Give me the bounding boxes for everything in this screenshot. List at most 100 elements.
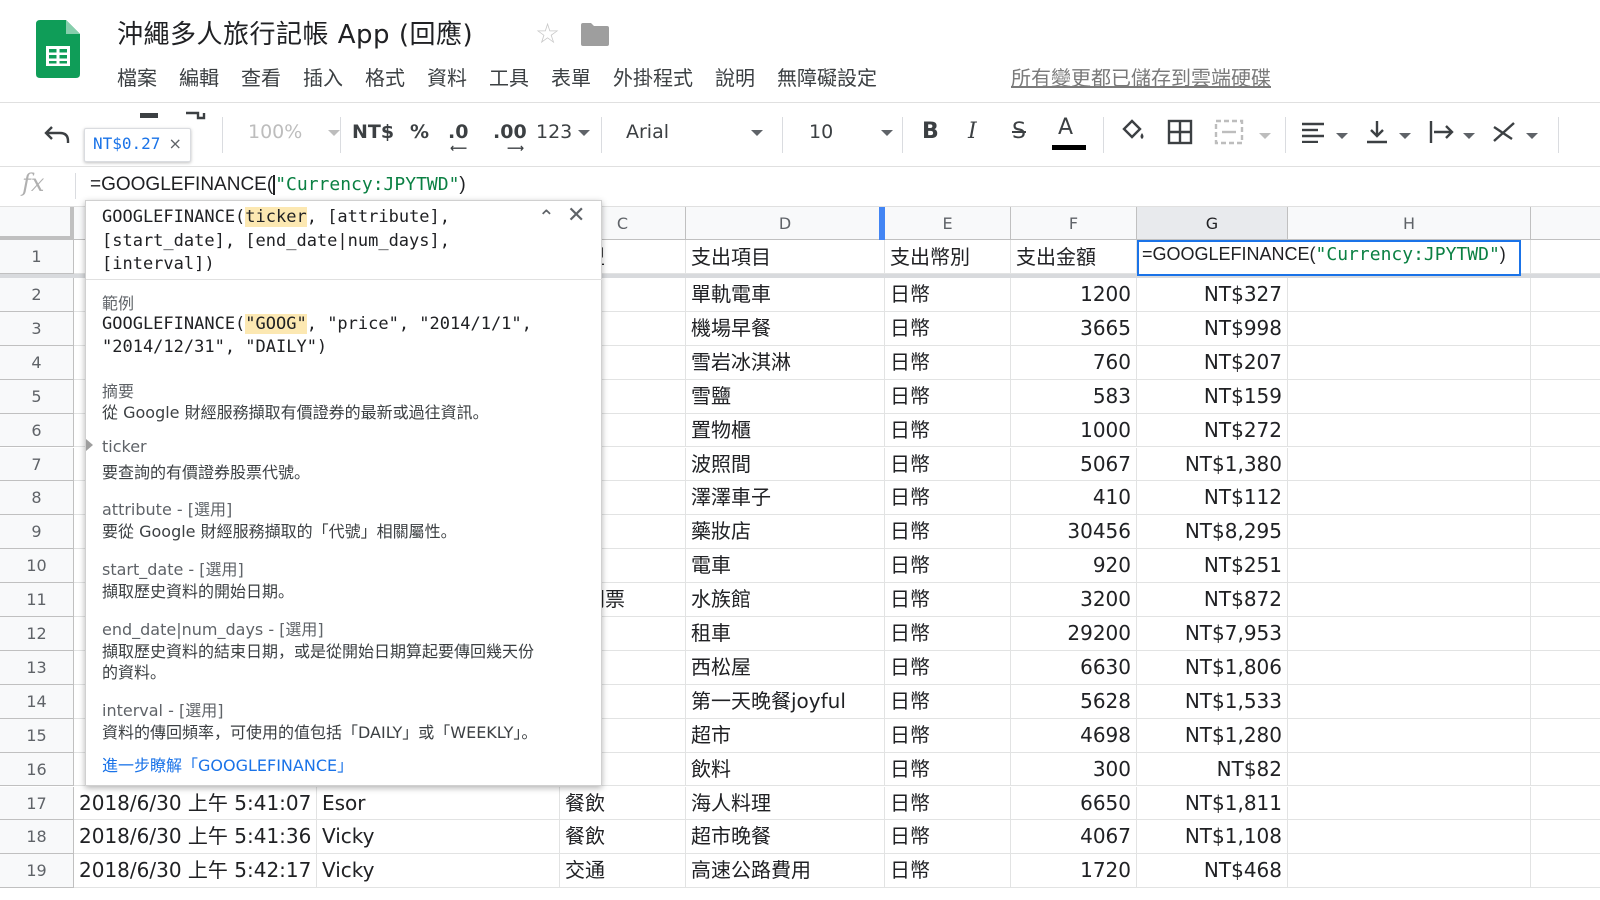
table-cell[interactable] <box>1531 753 1600 787</box>
table-cell[interactable]: NT$468 <box>1137 854 1288 889</box>
header-cell[interactable]: 支出金額 <box>1011 240 1137 274</box>
table-cell[interactable] <box>1288 481 1531 516</box>
row-header[interactable]: 15 <box>0 718 74 753</box>
table-cell[interactable]: 日幣 <box>885 617 1011 651</box>
currency-format-button[interactable]: NT$ <box>352 121 394 143</box>
table-cell[interactable]: 西松屋 <box>686 650 885 685</box>
menu-format[interactable]: 格式 <box>365 62 405 91</box>
table-cell[interactable]: NT$272 <box>1137 413 1288 448</box>
table-cell[interactable] <box>1531 481 1600 516</box>
table-cell[interactable]: 高速公路費用 <box>686 854 885 889</box>
table-cell[interactable]: NT$1,811 <box>1137 786 1288 821</box>
table-cell[interactable]: NT$1,280 <box>1137 718 1288 753</box>
table-cell[interactable]: 超市晚餐 <box>686 820 885 855</box>
table-cell[interactable]: 日幣 <box>885 278 1011 312</box>
table-cell[interactable]: NT$112 <box>1137 481 1288 516</box>
table-cell[interactable]: 日幣 <box>885 583 1011 617</box>
table-cell[interactable]: 日幣 <box>885 447 1011 482</box>
table-cell[interactable]: 雪鹽 <box>686 379 885 414</box>
row-header[interactable]: 4 <box>0 345 74 380</box>
row-header[interactable]: 18 <box>0 820 74 855</box>
table-cell[interactable]: 4067 <box>1011 820 1137 855</box>
table-cell[interactable]: 日幣 <box>885 515 1011 550</box>
table-cell[interactable] <box>1288 379 1531 414</box>
header-cell[interactable]: 支出項目 <box>686 240 885 274</box>
halign-dropdown-icon[interactable] <box>1336 133 1348 139</box>
table-cell[interactable] <box>1531 312 1600 346</box>
column-header[interactable]: F <box>1011 207 1137 240</box>
table-cell[interactable]: 410 <box>1011 481 1137 516</box>
table-cell[interactable] <box>1531 617 1600 651</box>
folder-icon[interactable] <box>581 22 609 46</box>
table-cell[interactable] <box>1531 685 1600 719</box>
horizontal-align-icon[interactable] <box>1300 121 1326 143</box>
table-cell[interactable]: 日幣 <box>885 820 1011 855</box>
rotation-dropdown-icon[interactable] <box>1526 133 1538 139</box>
table-cell[interactable] <box>1288 413 1531 448</box>
table-cell[interactable]: 餐飲 <box>560 786 686 821</box>
text-color-button[interactable]: A <box>1052 115 1086 150</box>
merge-dropdown-icon[interactable] <box>1259 133 1271 139</box>
row-header[interactable]: 12 <box>0 617 74 651</box>
table-cell[interactable] <box>1531 787 1600 821</box>
table-cell[interactable]: 1720 <box>1011 854 1137 889</box>
row-header[interactable]: 11 <box>0 583 74 617</box>
table-cell[interactable] <box>1531 719 1600 753</box>
menu-view[interactable]: 查看 <box>241 62 281 91</box>
table-cell[interactable] <box>1531 515 1600 550</box>
column-header[interactable] <box>1531 207 1600 240</box>
header-cell[interactable] <box>1531 240 1600 274</box>
table-cell[interactable]: 6630 <box>1011 650 1137 685</box>
row-header[interactable]: 7 <box>0 447 74 482</box>
table-cell[interactable]: 2018/6/30 上午 5:42:17 <box>74 854 317 889</box>
more-formats-select[interactable]: 123 <box>536 121 591 143</box>
row-header[interactable]: 17 <box>0 786 74 821</box>
table-cell[interactable]: NT$1,533 <box>1137 684 1288 719</box>
row-header[interactable]: 9 <box>0 515 74 550</box>
table-cell[interactable]: 日幣 <box>885 752 1011 787</box>
table-cell[interactable] <box>1531 583 1600 617</box>
table-cell[interactable] <box>1531 651 1600 685</box>
table-cell[interactable]: 水族館 <box>686 583 885 617</box>
text-wrapping-icon[interactable] <box>1428 119 1456 145</box>
fill-color-icon[interactable] <box>1118 117 1146 145</box>
close-icon[interactable]: ✕ <box>567 203 585 228</box>
table-cell[interactable]: 日幣 <box>885 549 1011 584</box>
table-cell[interactable] <box>1288 583 1531 617</box>
menu-tools[interactable]: 工具 <box>489 62 529 91</box>
menu-help[interactable]: 說明 <box>715 62 755 91</box>
table-cell[interactable] <box>1288 650 1531 685</box>
table-cell[interactable]: 5067 <box>1011 447 1137 482</box>
select-all-corner[interactable] <box>0 207 74 240</box>
table-cell[interactable]: NT$1,380 <box>1137 447 1288 482</box>
row-header[interactable]: 10 <box>0 549 74 584</box>
table-cell[interactable]: 30456 <box>1011 515 1137 550</box>
row-header[interactable]: 19 <box>0 854 74 889</box>
font-size-select[interactable]: 10 <box>809 121 894 143</box>
table-cell[interactable]: NT$872 <box>1137 583 1288 617</box>
table-cell[interactable]: 2018/6/30 上午 5:41:36 <box>74 820 317 855</box>
table-cell[interactable]: 機場早餐 <box>686 311 885 346</box>
table-cell[interactable]: 2018/6/30 上午 5:41:07 <box>74 786 317 821</box>
document-title[interactable]: 沖繩多人旅行記帳 App (回應) <box>117 14 473 51</box>
column-header[interactable]: D <box>686 207 885 240</box>
table-cell[interactable] <box>1288 718 1531 753</box>
table-cell[interactable]: 租車 <box>686 617 885 651</box>
table-cell[interactable]: 日幣 <box>885 413 1011 448</box>
table-cell[interactable]: 29200 <box>1011 617 1137 651</box>
table-cell[interactable] <box>1531 549 1600 584</box>
table-cell[interactable]: Vicky <box>317 854 560 889</box>
table-cell[interactable]: 藥妝店 <box>686 515 885 550</box>
undo-icon[interactable] <box>44 125 70 145</box>
table-cell[interactable] <box>1288 684 1531 719</box>
table-cell[interactable] <box>1531 278 1600 312</box>
menu-form[interactable]: 表單 <box>551 62 591 91</box>
row-header[interactable]: 14 <box>0 684 74 719</box>
table-cell[interactable] <box>1288 786 1531 821</box>
menu-accessibility[interactable]: 無障礙設定 <box>777 62 877 91</box>
table-cell[interactable] <box>1288 515 1531 550</box>
table-cell[interactable]: 300 <box>1011 752 1137 787</box>
row-header[interactable]: 3 <box>0 311 74 346</box>
table-cell[interactable]: 日幣 <box>885 345 1011 380</box>
table-cell[interactable] <box>1531 380 1600 414</box>
